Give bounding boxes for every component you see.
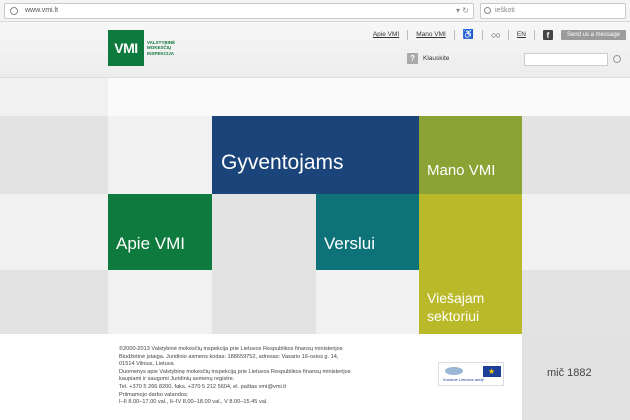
footer-line: 01514 Vilnius, Lietuva [119,361,174,368]
divider [453,29,455,40]
grid-cell [212,194,316,270]
grid-cell [108,270,212,334]
top-links: Apie VMI Mano VMI ♿ ○○ EN f Send us a me… [373,29,626,40]
reload-icon[interactable]: ▾ ↻ [456,4,469,18]
tile-label: Apie VMI [116,234,185,253]
tile-verslui[interactable]: Verslui [316,194,419,270]
footer-line: I–II 8.00–17.00 val., II–IV 8.00–18.00 v… [119,399,268,406]
logo-mark: VMI [108,30,144,66]
tile-label: Gyventojams [221,151,344,174]
browser-toolbar: www.vmi.lt ▾ ↻ ieškoti [0,0,630,22]
grid-cell [316,270,420,334]
url-text: www.vmi.lt [25,7,59,14]
help-link[interactable]: ? Klauskite [407,53,449,64]
help-label: Klauskite [423,55,450,62]
divider [407,29,409,40]
mit-prefix: mič [547,367,565,379]
grid-cell [0,116,108,194]
tile-label: Mano VMI [427,162,496,179]
eu-emblem-icon [445,367,463,375]
tile-label: sektoriui [427,308,480,324]
vmi-logo[interactable]: VMI VALSTYBINĖ MOKESČIŲ INSPEKCIJA [108,30,187,66]
footer-line: ©2000-2013 Valstybinė mokesčių inspekcij… [119,346,343,352]
grid-cell [522,270,630,334]
tile-viesajam-sektoriui[interactable]: Viešajam sektoriui [419,194,522,334]
link-apie-vmi[interactable]: Apie VMI [373,31,399,38]
divider [507,29,509,40]
globe-icon [10,7,18,15]
link-en[interactable]: EN [517,31,526,38]
site-header: VMI VALSTYBINĖ MOKESČIŲ INSPEKCIJA Apie … [0,22,630,78]
browser-search-input[interactable]: ieškoti [480,3,626,19]
tile-mano-vmi[interactable]: Mano VMI [419,116,522,194]
search-icon[interactable] [613,55,621,63]
mit-1882-logo[interactable]: mič 1882 [547,367,592,379]
glasses-icon[interactable]: ○○ [491,30,501,40]
search-icon [484,7,491,14]
grid-cell [0,194,108,270]
eu-funds-logo[interactable]: Kuriame Lietuvos ateitį [438,362,504,386]
divider [482,29,484,40]
footer-line: Duomenys apie Valstybinę mokesčių inspek… [119,368,351,375]
eu-flag-icon [483,366,501,377]
browser-search-placeholder: ieškoti [495,7,515,14]
facebook-icon[interactable]: f [542,29,553,40]
wheelchair-icon[interactable]: ♿ [463,29,474,40]
footer-line: kaupiami ir saugomi Juridinių asmenų reg… [119,376,235,383]
footer-info: ©2000-2013 Valstybinė mokesčių inspekcij… [119,346,419,407]
grid-cell [522,194,630,270]
eu-caption: Kuriame Lietuvos ateitį [443,377,484,382]
grid-cell [0,270,108,334]
grid-cell [108,116,212,194]
link-mano-vmi[interactable]: Mano VMI [416,31,446,38]
logo-wordmark: VALSTYBINĖ MOKESČIŲ INSPEKCIJA [147,39,176,56]
grid-cell [522,116,630,194]
footer-line: Biudžetinė įstaiga. Juridinio asmens kod… [119,353,339,360]
question-icon: ? [407,53,418,64]
footer-line: Priimamojo darbo valandos: [119,391,189,398]
mit-number: 1882 [567,367,592,379]
tile-label: Verslui [324,234,376,253]
divider [533,29,535,40]
grid-cell [0,78,108,116]
contact-button[interactable]: Send us a message [560,29,626,40]
tile-apie-vmi[interactable]: Apie VMI [108,194,212,270]
tile-gyventojams[interactable]: Gyventojams [212,116,419,194]
grid-cell [212,270,316,334]
address-bar[interactable]: www.vmi.lt ▾ ↻ [4,3,474,19]
site-search-input[interactable] [524,53,608,66]
footer-line: Tel. +370 5 266 8200, faks. +370 5 212 5… [119,383,287,390]
tile-label: Viešajam [427,290,485,306]
